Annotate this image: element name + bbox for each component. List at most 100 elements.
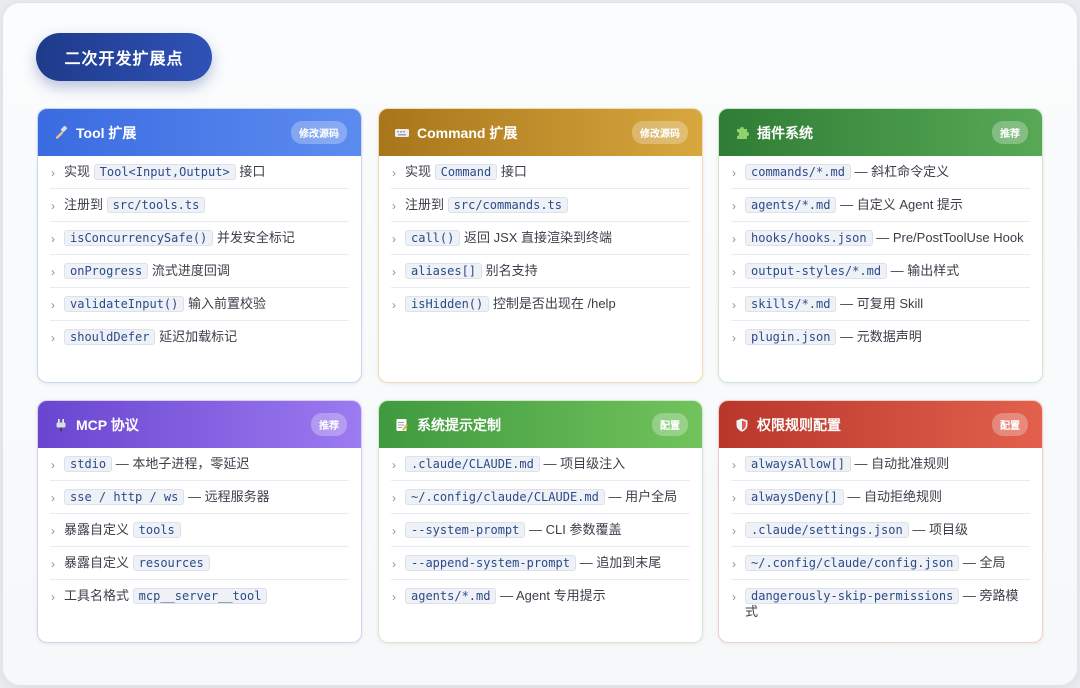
code-token: onProgress [64,263,149,279]
list-item: › shouldDefer 延迟加载标记 [50,321,349,353]
card-title: MCP 协议 [76,416,139,433]
list-item: › isHidden() 控制是否出现在 /help [391,288,690,320]
code-token: mcp__server__tool [132,588,268,604]
chevron-right-icon: › [732,166,736,180]
list-item: › --system-prompt — CLI 参数覆盖 [391,514,690,547]
item-description: — 追加到末尾 [579,555,662,570]
list-item: › hooks/hooks.json — Pre/PostToolUse Hook [731,222,1030,255]
list-item: › agents/*.md — 自定义 Agent 提示 [731,189,1030,222]
chevron-right-icon: › [392,458,396,472]
chevron-right-icon: › [392,166,396,180]
chevron-right-icon: › [732,458,736,472]
code-token: alwaysAllow[] [745,456,851,472]
list-item: › onProgress 流式进度回调 [50,255,349,288]
memo-icon [393,416,411,434]
extension-card: MCP 协议 推荐 › stdio — 本地子进程，零延迟 › sse / http / … [37,400,362,643]
list-item: › sse / http / ws — 远程服务器 [50,481,349,514]
code-token: hooks/hooks.json [745,230,873,246]
extension-card: 权限规则配置 配置 › alwaysAllow[] — 自动批准规则 › alwaysDe… [718,400,1043,643]
chevron-right-icon: › [51,331,55,345]
card-title: Command 扩展 [417,124,518,141]
code-token: isHidden() [405,296,490,312]
puzzle-icon [733,124,751,142]
extension-card: Tool 扩展 修改源码 › 实现 Tool<Input,Output> 接口 › 注册到… [37,108,362,383]
item-description: — 自动批准规则 [854,456,950,471]
card-title: 权限规则配置 [757,416,841,433]
chevron-right-icon: › [732,265,736,279]
chevron-right-icon: › [392,590,396,604]
code-token: resources [132,555,210,571]
card-badge: 推荐 [311,413,347,436]
code-token: skills/*.md [745,296,837,312]
card-header: MCP 协议 推荐 [38,401,361,448]
item-description: — 自动拒绝规则 [847,489,942,504]
chevron-right-icon: › [51,491,55,505]
card-badge: 配置 [652,413,688,436]
chevron-right-icon: › [51,590,55,604]
chevron-right-icon: › [392,232,396,246]
card-item-list: › commands/*.md — 斜杠命令定义 › agents/*.md — 自定… [719,156,1042,353]
code-token: agents/*.md [405,588,497,604]
card-header: 插件系统 推荐 [719,109,1042,156]
extension-card: 插件系统 推荐 › commands/*.md — 斜杠命令定义 › agents/*.m… [718,108,1043,383]
item-description: — 可复用 Skill [840,296,924,311]
chevron-right-icon: › [732,491,736,505]
card-item-list: › stdio — 本地子进程，零延迟 › sse / http / ws — 远程服… [38,448,361,612]
item-description: 接口 [500,164,527,179]
chevron-right-icon: › [732,524,736,538]
card-header: Tool 扩展 修改源码 [38,109,361,156]
chevron-right-icon: › [392,265,396,279]
item-description: 流式进度回调 [151,263,230,278]
list-item: › validateInput() 输入前置校验 [50,288,349,321]
chevron-right-icon: › [392,557,396,571]
item-text-prefix: 实现 [405,164,432,179]
item-description: — Agent 专用提示 [500,588,606,603]
code-token: isConcurrencySafe() [64,230,214,246]
card-item-list: › alwaysAllow[] — 自动批准规则 › alwaysDeny[] — 自… [719,448,1042,628]
list-item: › ~/.config/claude/CLAUDE.md — 用户全局 [391,481,690,514]
item-description: 接口 [239,164,266,179]
code-token: --system-prompt [405,522,526,538]
list-item: › .claude/CLAUDE.md — 项目级注入 [391,448,690,481]
code-token: stdio [64,456,113,472]
item-description: — 自定义 Agent 提示 [840,197,963,212]
card-title: Tool 扩展 [76,124,137,141]
list-item: › skills/*.md — 可复用 Skill [731,288,1030,321]
item-description: — 用户全局 [608,489,678,504]
card-header: 系统提示定制 配置 [379,401,702,448]
chevron-right-icon: › [732,557,736,571]
code-token: ~/.config/claude/CLAUDE.md [405,489,605,505]
item-text-prefix: 注册到 [64,197,104,212]
chevron-right-icon: › [51,232,55,246]
list-item: › call() 返回 JSX 直接渲染到终端 [391,222,690,255]
list-item: › 工具名格式 mcp__server__tool [50,580,349,612]
item-description: — 斜杠命令定义 [854,164,950,179]
code-token: ~/.config/claude/config.json [745,555,960,571]
chevron-right-icon: › [51,166,55,180]
list-item: › 实现 Tool<Input,Output> 接口 [50,156,349,189]
card-badge: 推荐 [992,121,1028,144]
card-header: Command 扩展 修改源码 [379,109,702,156]
item-description: — Pre/PostToolUse Hook [876,230,1024,245]
list-item: › agents/*.md — Agent 专用提示 [391,580,690,612]
item-text-prefix: 暴露自定义 [64,555,130,570]
list-item: › output-styles/*.md — 输出样式 [731,255,1030,288]
item-description: 返回 JSX 直接渲染到终端 [463,230,613,245]
code-token: --append-system-prompt [405,555,576,571]
chevron-right-icon: › [51,298,55,312]
page-title: 二次开发扩展点 [36,33,212,81]
code-token: .claude/CLAUDE.md [405,456,540,472]
item-description: 并发安全标记 [216,230,295,245]
chevron-right-icon: › [392,491,396,505]
list-item: › 暴露自定义 resources [50,547,349,580]
chevron-right-icon: › [392,199,396,213]
code-token: alwaysDeny[] [745,489,844,505]
chevron-right-icon: › [732,232,736,246]
card-title: 插件系统 [757,124,813,141]
chevron-right-icon: › [392,524,396,538]
code-token: output-styles/*.md [745,263,888,279]
code-token: src/tools.ts [106,197,206,213]
shield-icon [733,416,751,434]
item-description: — 项目级 [912,522,968,537]
card-title: 系统提示定制 [417,416,501,433]
